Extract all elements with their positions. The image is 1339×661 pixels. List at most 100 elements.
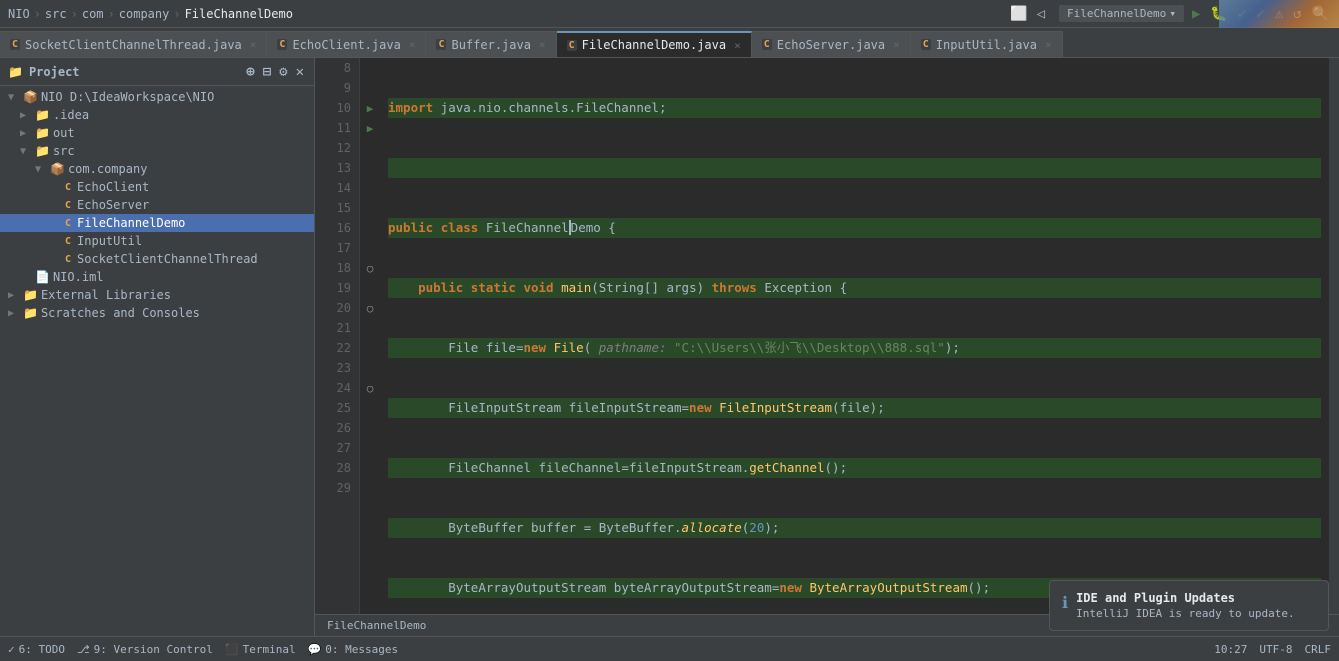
tab-buffer-label: Buffer.java bbox=[451, 38, 530, 52]
gear-icon[interactable]: ⚙ bbox=[277, 62, 289, 82]
tree-item-socket[interactable]: ▶ C SocketClientChannelThread bbox=[0, 250, 314, 268]
tree-item-nioiml[interactable]: ▶ 📄 NIO.iml bbox=[0, 268, 314, 286]
run-button[interactable]: ▶ bbox=[1190, 4, 1202, 24]
status-linecol[interactable]: 10:27 bbox=[1214, 643, 1247, 656]
gutter-27 bbox=[360, 438, 380, 458]
scratches-label: Scratches and Consoles bbox=[41, 306, 200, 320]
tab-filechannel-close[interactable]: × bbox=[734, 39, 741, 52]
main-layout: 📁 Project ⊕ ⊟ ⚙ ✕ ▼ 📦 NIO D:\IdeaWorkspa… bbox=[0, 58, 1339, 636]
back-icon[interactable]: ◁ bbox=[1033, 6, 1049, 22]
run-config-dropdown[interactable]: FileChannelDemo ▾ bbox=[1059, 5, 1184, 22]
breadcrumb-nio[interactable]: NIO bbox=[8, 7, 30, 21]
tab-filechannel-label: FileChannelDemo.java bbox=[582, 38, 727, 52]
title-bar: NIO › src › com › company › FileChannelD… bbox=[0, 0, 1339, 28]
tree-item-nio[interactable]: ▼ 📦 NIO D:\IdeaWorkspace\NIO bbox=[0, 88, 314, 106]
messages-icon: 💬 bbox=[308, 643, 322, 656]
tree-item-echoserver[interactable]: ▶ C EchoServer bbox=[0, 196, 314, 214]
notification-icon: ℹ bbox=[1062, 593, 1068, 620]
breadcrumb-file[interactable]: FileChannelDemo bbox=[185, 7, 293, 21]
terminal-label: Terminal bbox=[243, 643, 296, 656]
tab-echoserver-close[interactable]: × bbox=[893, 38, 900, 51]
gutter-20: ○ bbox=[360, 298, 380, 318]
notification-body: IntelliJ IDEA is ready to update. bbox=[1076, 607, 1316, 620]
tree-item-external[interactable]: ▶ 📁 External Libraries bbox=[0, 286, 314, 304]
status-messages[interactable]: 💬 0: Messages bbox=[308, 643, 399, 656]
socket-file-icon: C bbox=[65, 254, 71, 265]
collapse-icon[interactable]: ⊟ bbox=[261, 62, 273, 82]
breadcrumb-com[interactable]: com bbox=[82, 7, 104, 21]
status-terminal[interactable]: ⬛ Terminal bbox=[225, 643, 296, 656]
src-label: src bbox=[53, 144, 75, 158]
c-icon-inpututil: C bbox=[921, 39, 931, 50]
sidebar-title: Project bbox=[29, 65, 80, 79]
arrow-external: ▶ bbox=[8, 290, 20, 301]
line-gutter: ▶ ▶ ○ ○ ○ bbox=[360, 58, 380, 614]
linecol-label: 10:27 bbox=[1214, 643, 1247, 656]
encoding-label: UTF-8 bbox=[1259, 643, 1292, 656]
external-label: External Libraries bbox=[41, 288, 171, 302]
gutter-24: ○ bbox=[360, 378, 380, 398]
company-label: com.company bbox=[68, 162, 147, 176]
idea-label: .idea bbox=[53, 108, 89, 122]
tab-inpututil-close[interactable]: × bbox=[1045, 38, 1052, 51]
notification-body-text: IntelliJ IDEA is ready to update. bbox=[1076, 607, 1295, 620]
tab-echoclient-label: EchoClient.java bbox=[292, 38, 400, 52]
c-icon-echoclient: C bbox=[277, 39, 287, 50]
vc-icon: ⎇ bbox=[77, 643, 90, 656]
tab-inpututil[interactable]: C InputUtil.java × bbox=[911, 31, 1063, 57]
tree-item-src[interactable]: ▼ 📁 src bbox=[0, 142, 314, 160]
status-linesep[interactable]: CRLF bbox=[1305, 643, 1332, 656]
messages-label: 0: Messages bbox=[325, 643, 398, 656]
tree-item-idea[interactable]: ▶ 📁 .idea bbox=[0, 106, 314, 124]
tree-item-echoclient[interactable]: ▶ C EchoClient bbox=[0, 178, 314, 196]
code-area[interactable]: 8 9 10 11 12 13 14 15 16 17 18 19 20 21 … bbox=[315, 58, 1339, 614]
code-content[interactable]: import java.nio.channels.FileChannel; pu… bbox=[380, 58, 1329, 614]
idea-folder-icon: 📁 bbox=[35, 108, 50, 122]
sidebar-header: 📁 Project ⊕ ⊟ ⚙ ✕ bbox=[0, 58, 314, 86]
file-footer-name: FileChannelDemo bbox=[327, 619, 426, 632]
tab-echoserver[interactable]: C EchoServer.java × bbox=[752, 31, 911, 57]
breadcrumb-company[interactable]: company bbox=[119, 7, 170, 21]
gutter-21 bbox=[360, 318, 380, 338]
arrow-nio: ▼ bbox=[8, 92, 20, 103]
tree-item-company[interactable]: ▼ 📦 com.company bbox=[0, 160, 314, 178]
code-editor[interactable]: 8 9 10 11 12 13 14 15 16 17 18 19 20 21 … bbox=[315, 58, 1339, 636]
status-encoding[interactable]: UTF-8 bbox=[1259, 643, 1292, 656]
hide-icon[interactable]: ✕ bbox=[294, 62, 306, 82]
tab-socket[interactable]: C SocketClientChannelThread.java × bbox=[0, 31, 267, 57]
tab-echoclient-close[interactable]: × bbox=[409, 38, 416, 51]
gutter-11[interactable]: ▶ bbox=[360, 118, 380, 138]
notification-content: IDE and Plugin Updates IntelliJ IDEA is … bbox=[1076, 591, 1316, 620]
linesep-label: CRLF bbox=[1305, 643, 1332, 656]
gutter-18: ○ bbox=[360, 258, 380, 278]
breadcrumb-src[interactable]: src bbox=[45, 7, 67, 21]
inpututil-label: InputUtil bbox=[77, 234, 142, 248]
run-config-label: FileChannelDemo bbox=[1067, 7, 1166, 20]
iml-icon: 📄 bbox=[35, 270, 50, 284]
socket-label: SocketClientChannelThread bbox=[77, 252, 258, 266]
todo-icon: ✓ bbox=[8, 643, 15, 656]
tab-buffer[interactable]: C Buffer.java × bbox=[426, 31, 556, 57]
line-11: public static void main(String[] args) t… bbox=[388, 278, 1321, 298]
line-numbers: 8 9 10 11 12 13 14 15 16 17 18 19 20 21 … bbox=[315, 58, 360, 614]
gutter-9 bbox=[360, 78, 380, 98]
echoclient-label: EchoClient bbox=[77, 180, 149, 194]
tree-item-inpututil[interactable]: ▶ C InputUtil bbox=[0, 232, 314, 250]
status-vc[interactable]: ⎇ 9: Version Control bbox=[77, 643, 213, 656]
tab-filechannel[interactable]: C FileChannelDemo.java × bbox=[557, 31, 752, 57]
gutter-10[interactable]: ▶ bbox=[360, 98, 380, 118]
tab-echoserver-label: EchoServer.java bbox=[777, 38, 885, 52]
tab-echoclient[interactable]: C EchoClient.java × bbox=[267, 31, 426, 57]
tree-item-out[interactable]: ▶ 📁 out bbox=[0, 124, 314, 142]
tree-item-scratches[interactable]: ▶ 📁 Scratches and Consoles bbox=[0, 304, 314, 322]
tree-item-filechannel[interactable]: ▶ C FileChannelDemo bbox=[0, 214, 314, 232]
line-13: FileInputStream fileInputStream=new File… bbox=[388, 398, 1321, 418]
right-margin-bar bbox=[1329, 58, 1339, 614]
tab-buffer-close[interactable]: × bbox=[539, 38, 546, 51]
status-todo[interactable]: ✓ 6: TODO bbox=[8, 643, 65, 656]
line-9 bbox=[388, 158, 1321, 178]
c-icon-filechannel: C bbox=[567, 40, 577, 51]
window-icon[interactable]: ⬜ bbox=[1011, 6, 1027, 22]
tab-socket-close[interactable]: × bbox=[250, 38, 257, 51]
add-icon[interactable]: ⊕ bbox=[244, 62, 256, 82]
